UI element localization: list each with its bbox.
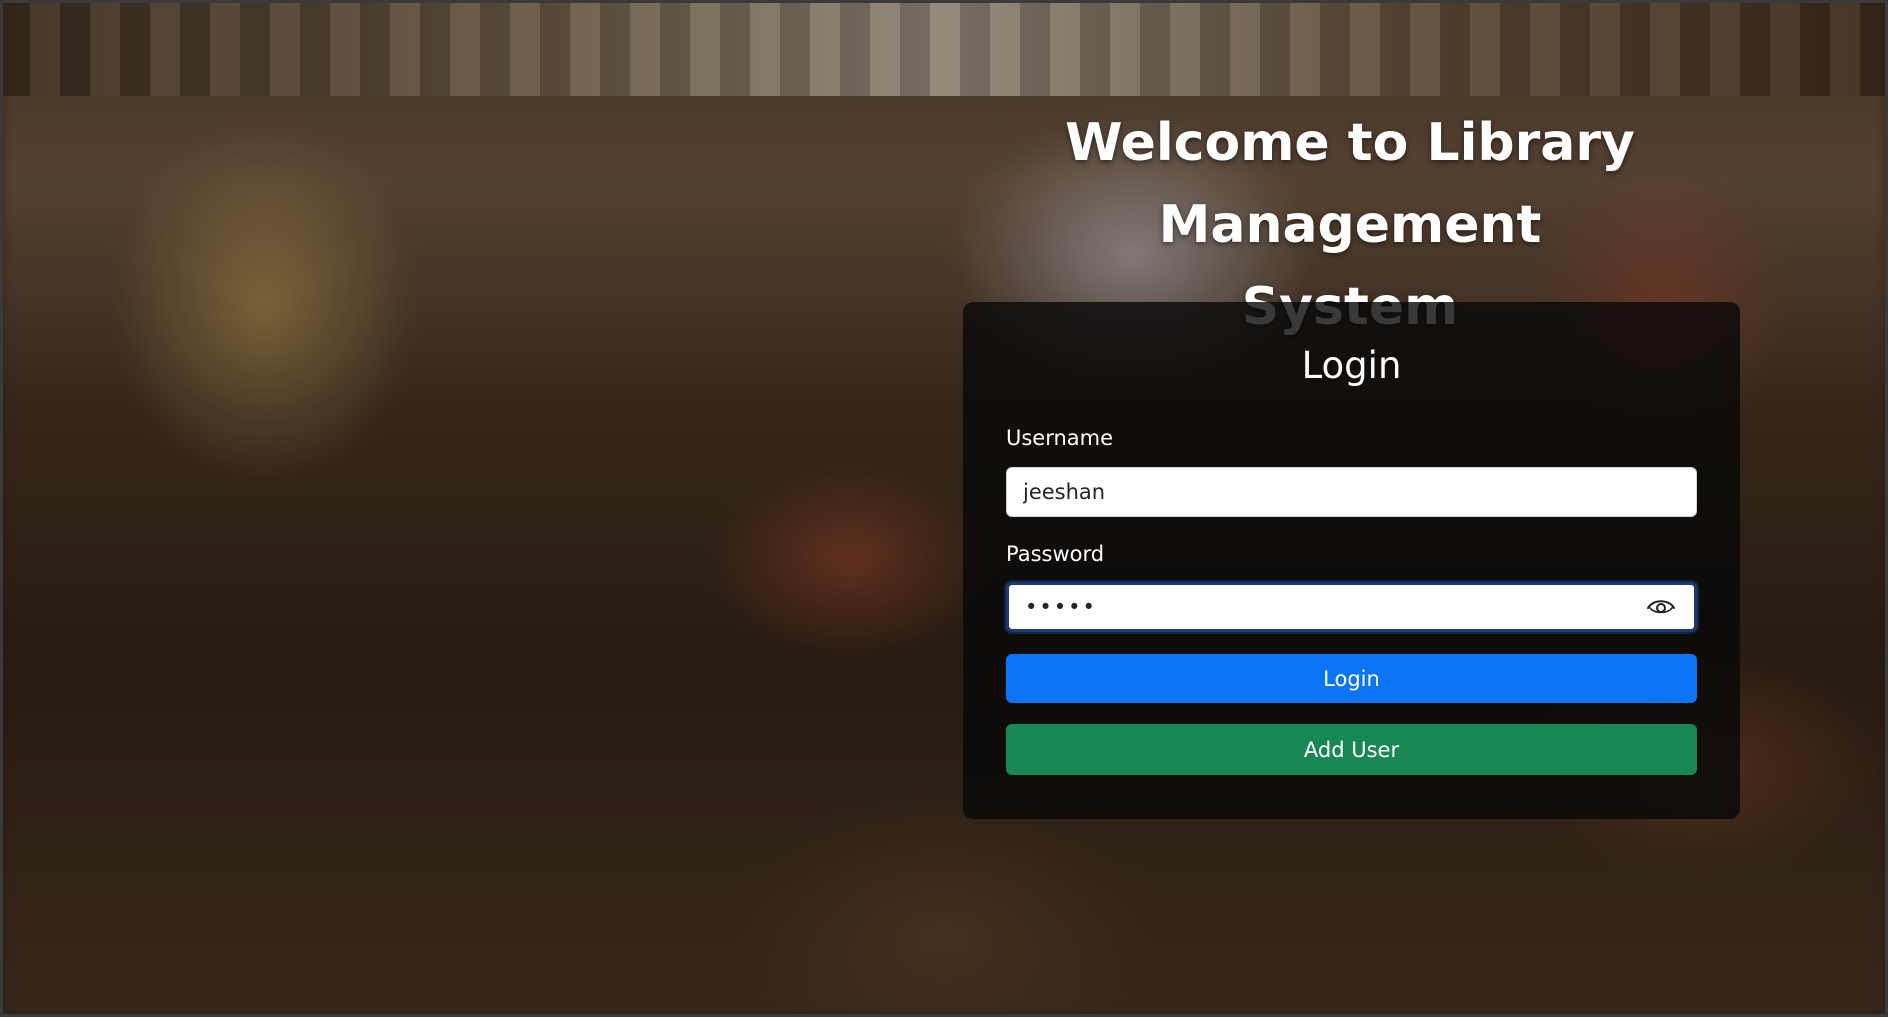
password-input[interactable] (1006, 582, 1697, 632)
login-page: Welcome to Library Management System Log… (0, 0, 1888, 1017)
eye-icon[interactable] (1646, 596, 1676, 618)
username-input[interactable] (1006, 467, 1697, 517)
page-title-line1: Welcome to Library (1065, 113, 1635, 173)
password-label: Password (1006, 542, 1105, 566)
login-card: Login Username Password Login Add User (963, 302, 1740, 819)
username-label: Username (1006, 426, 1114, 450)
login-heading: Login (1301, 344, 1402, 387)
add-user-button[interactable]: Add User (1006, 724, 1697, 775)
ceiling-strip (0, 0, 1888, 96)
login-button[interactable]: Login (1006, 654, 1697, 703)
